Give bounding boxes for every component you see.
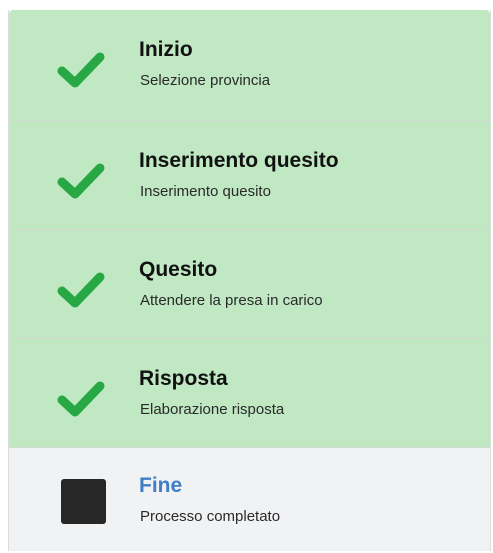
step-title: Risposta — [139, 367, 228, 390]
step-subtitle: Attendere la presa in carico — [140, 292, 323, 309]
step-title: Fine — [139, 474, 183, 497]
step-title: Quesito — [139, 258, 218, 281]
step-title: Inserimento quesito — [139, 149, 339, 172]
step-risposta[interactable]: Risposta Elaborazione risposta — [9, 339, 490, 448]
step-subtitle: Selezione provincia — [140, 72, 271, 89]
progress-stepper: Inizio Selezione provincia Inserimento q… — [8, 10, 491, 551]
step-inizio[interactable]: Inizio Selezione provincia — [9, 10, 490, 121]
step-fine[interactable]: Fine Processo completato — [9, 448, 490, 551]
checkmark-icon — [57, 161, 105, 201]
checkmark-icon — [57, 270, 105, 310]
checkmark-icon — [57, 379, 105, 419]
square-icon — [61, 479, 106, 524]
step-quesito[interactable]: Quesito Attendere la presa in carico — [9, 230, 490, 339]
checkmark-icon — [57, 50, 105, 90]
step-subtitle: Inserimento quesito — [140, 183, 271, 200]
step-title: Inizio — [139, 38, 193, 61]
step-inserimento-quesito[interactable]: Inserimento quesito Inserimento quesito — [9, 121, 490, 230]
step-subtitle: Processo completato — [140, 508, 281, 525]
step-subtitle: Elaborazione risposta — [140, 401, 285, 418]
